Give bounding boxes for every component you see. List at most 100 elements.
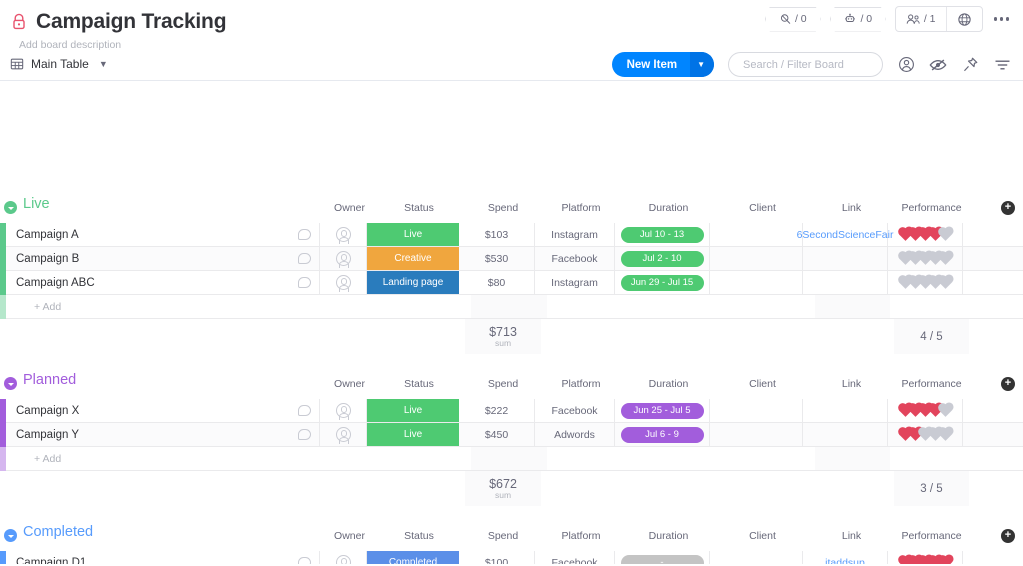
row-name-cell[interactable]: Campaign D1: [6, 551, 320, 564]
column-header-link[interactable]: Link: [809, 521, 894, 551]
column-header-link[interactable]: Link: [809, 369, 894, 399]
add-item-label[interactable]: + Add: [6, 447, 320, 471]
board-globe-button[interactable]: [946, 7, 982, 31]
cell-performance[interactable]: [888, 271, 963, 295]
summary-performance[interactable]: 4 / 5: [894, 319, 969, 354]
filter-icon[interactable]: [993, 56, 1011, 74]
cell-client[interactable]: [710, 247, 803, 271]
column-header-performance[interactable]: Performance: [894, 521, 969, 551]
comment-bubble-icon[interactable]: [298, 405, 311, 416]
cell-owner[interactable]: [320, 271, 367, 295]
group-title[interactable]: Live: [23, 196, 50, 212]
cell-link[interactable]: [803, 247, 888, 271]
summary-spend[interactable]: $713sum: [465, 319, 541, 354]
column-header-duration[interactable]: Duration: [621, 369, 716, 399]
table-row[interactable]: Campaign ABCLanding page$80InstagramJun …: [0, 271, 1023, 295]
heart-icon[interactable]: [939, 228, 952, 241]
add-column-icon[interactable]: +: [1001, 377, 1015, 391]
add-item-label[interactable]: + Add: [6, 295, 320, 319]
cell-platform[interactable]: Instagram: [535, 271, 615, 295]
search-filter-board[interactable]: [728, 52, 883, 77]
group-collapse-icon[interactable]: [4, 529, 17, 542]
hide-eye-icon[interactable]: [929, 56, 947, 74]
avatar[interactable]: [336, 403, 351, 418]
cell-status[interactable]: Completed: [367, 551, 459, 564]
cell-performance[interactable]: [888, 423, 963, 447]
cell-owner[interactable]: [320, 423, 367, 447]
summary-spend[interactable]: $672sum: [465, 471, 541, 506]
cell-duration[interactable]: -: [615, 551, 710, 564]
automations-pill[interactable]: / 0: [830, 7, 886, 32]
cell-client[interactable]: [710, 423, 803, 447]
comment-bubble-icon[interactable]: [298, 253, 311, 264]
group-title[interactable]: Planned: [23, 372, 76, 388]
new-item-dropdown-chevron-down-icon[interactable]: ▼: [690, 52, 714, 77]
heart-icon[interactable]: [939, 252, 952, 265]
add-item-row[interactable]: + Add: [0, 295, 1023, 319]
cell-duration[interactable]: Jul 2 - 10: [615, 247, 710, 271]
cell-link[interactable]: itaddsup: [803, 551, 888, 564]
heart-icon[interactable]: [939, 276, 952, 289]
comment-bubble-icon[interactable]: [298, 429, 311, 440]
cell-status[interactable]: Live: [367, 423, 459, 447]
cell-client[interactable]: [710, 551, 803, 564]
summary-performance[interactable]: 3 / 5: [894, 471, 969, 506]
table-row[interactable]: Campaign YLive$450AdwordsJul 6 - 9: [0, 423, 1023, 447]
table-row[interactable]: Campaign XLive$222FacebookJun 25 - Jul 5: [0, 399, 1023, 423]
cell-duration[interactable]: Jun 29 - Jul 15: [615, 271, 710, 295]
column-header-performance[interactable]: Performance: [894, 193, 969, 223]
comment-bubble-icon[interactable]: [298, 557, 311, 564]
cell-link[interactable]: [803, 399, 888, 423]
avatar[interactable]: [336, 227, 351, 242]
add-column-icon[interactable]: +: [1001, 529, 1015, 543]
avatar[interactable]: [336, 427, 351, 442]
heart-icon[interactable]: [939, 428, 952, 441]
cell-platform[interactable]: Adwords: [535, 423, 615, 447]
cell-duration[interactable]: Jul 10 - 13: [615, 223, 710, 247]
column-header-status[interactable]: Status: [373, 193, 465, 223]
cell-client[interactable]: [710, 223, 803, 247]
column-header-link[interactable]: Link: [809, 193, 894, 223]
group-collapse-icon[interactable]: [4, 377, 17, 390]
cell-client[interactable]: [710, 399, 803, 423]
cell-link[interactable]: 6SecondScienceFair: [803, 223, 888, 247]
cell-spend[interactable]: $222: [459, 399, 535, 423]
column-header-status[interactable]: Status: [373, 369, 465, 399]
row-name-cell[interactable]: Campaign X: [6, 399, 320, 423]
column-header-duration[interactable]: Duration: [621, 193, 716, 223]
cell-spend[interactable]: $80: [459, 271, 535, 295]
cell-owner[interactable]: [320, 399, 367, 423]
cell-status[interactable]: Creative: [367, 247, 459, 271]
column-header-client[interactable]: Client: [716, 369, 809, 399]
add-item-row[interactable]: + Add: [0, 447, 1023, 471]
cell-duration[interactable]: Jun 25 - Jul 5: [615, 399, 710, 423]
column-header-duration[interactable]: Duration: [621, 521, 716, 551]
cell-link[interactable]: [803, 423, 888, 447]
cell-performance[interactable]: [888, 551, 963, 564]
cell-platform[interactable]: Facebook: [535, 551, 615, 564]
cell-performance[interactable]: [888, 247, 963, 271]
column-header-owner[interactable]: Owner: [326, 369, 373, 399]
cell-status[interactable]: Landing page: [367, 271, 459, 295]
heart-icon[interactable]: [939, 404, 952, 417]
column-header-platform[interactable]: Platform: [541, 521, 621, 551]
search-input[interactable]: [743, 59, 868, 71]
column-header-platform[interactable]: Platform: [541, 369, 621, 399]
column-header-client[interactable]: Client: [716, 193, 809, 223]
chevron-down-icon[interactable]: ▼: [99, 59, 108, 69]
tab-main-table[interactable]: Main Table ▼: [10, 57, 108, 71]
cell-spend[interactable]: $103: [459, 223, 535, 247]
avatar[interactable]: [336, 275, 351, 290]
table-row[interactable]: Campaign ALive$103InstagramJul 10 - 136S…: [0, 223, 1023, 247]
column-header-client[interactable]: Client: [716, 521, 809, 551]
cell-platform[interactable]: Instagram: [535, 223, 615, 247]
pin-icon[interactable]: [961, 56, 979, 74]
activity-log-pill[interactable]: / 0: [765, 7, 821, 32]
table-row[interactable]: Campaign BCreative$530FacebookJul 2 - 10: [0, 247, 1023, 271]
comment-bubble-icon[interactable]: [298, 229, 311, 240]
cell-platform[interactable]: Facebook: [535, 247, 615, 271]
row-name-cell[interactable]: Campaign A: [6, 223, 320, 247]
group-title[interactable]: Completed: [23, 524, 93, 540]
column-header-spend[interactable]: Spend: [465, 193, 541, 223]
table-row[interactable]: Campaign D1Completed$100Facebook-itaddsu…: [0, 551, 1023, 564]
